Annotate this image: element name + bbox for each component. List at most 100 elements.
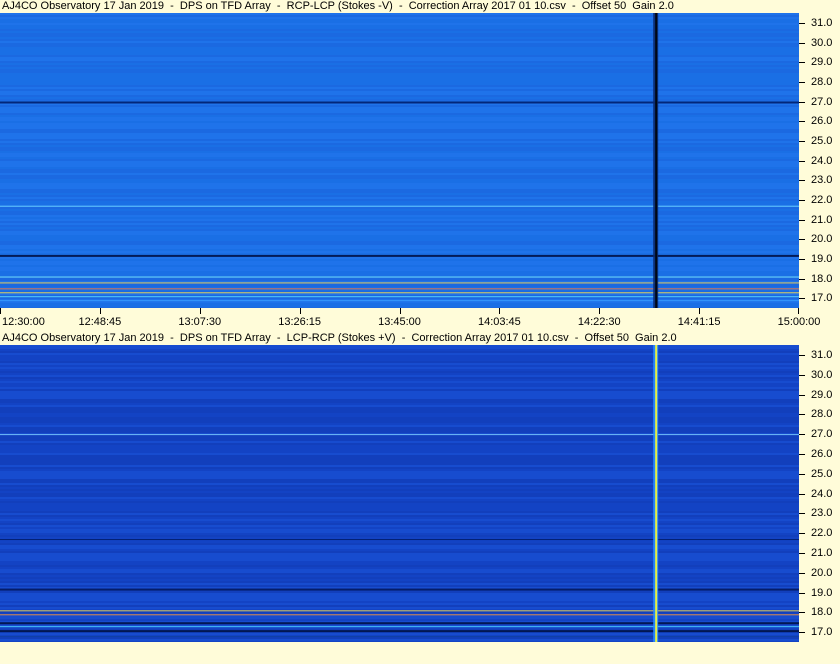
y-tick-label: 19.0 (811, 586, 833, 599)
x-tick-label: 13:26:15 (278, 316, 322, 328)
y-tick-label: 25.0 (811, 467, 833, 480)
y-tick-label: 29.0 (811, 56, 833, 69)
x-tick-mark (0, 308, 1, 314)
x-tick-label: 14:22:30 (577, 316, 621, 328)
x-tick-mark (599, 308, 601, 314)
y-tick-mark (799, 298, 805, 300)
y-tick-label: 28.0 (811, 408, 833, 421)
x-tick-label: 12:30:00 (2, 316, 45, 328)
panel2-y-axis: 31.0 30.0 29.0 28.0 27.0 26.0 25.0 24.0 23.0 22.0… (799, 345, 840, 642)
y-tick-label: 18.0 (811, 272, 833, 285)
y-tick-mark (799, 453, 805, 455)
interference-line (0, 292, 799, 294)
y-tick-mark (799, 42, 805, 44)
x-tick-label: 13:45:00 (378, 316, 421, 328)
y-tick-mark (799, 22, 805, 24)
interference-line (0, 539, 799, 541)
x-tick-mark (299, 308, 301, 314)
y-tick-mark (799, 101, 805, 103)
interference-line (0, 622, 799, 625)
y-tick-label: 19.0 (811, 252, 833, 265)
x-tick-mark (699, 308, 701, 314)
y-tick-mark (799, 513, 805, 515)
interference-line (0, 300, 799, 302)
interference-line (0, 282, 799, 284)
y-tick-mark (799, 533, 805, 535)
x-tick-label: 14:03:45 (477, 316, 521, 328)
y-tick-mark (799, 199, 805, 201)
y-tick-label: 20.0 (811, 566, 833, 579)
y-tick-mark (799, 258, 805, 260)
y-tick-label: 28.0 (811, 75, 833, 88)
y-tick-mark (799, 180, 805, 182)
x-tick-mark (199, 308, 201, 314)
interference-line (0, 205, 799, 207)
burst-line (655, 345, 658, 642)
interference-line (0, 636, 799, 638)
x-tick-mark (798, 308, 799, 314)
x-tick-mark (399, 308, 401, 314)
y-tick-label: 26.0 (811, 447, 833, 460)
y-tick-label: 30.0 (811, 36, 833, 49)
interference-line (0, 610, 799, 612)
y-tick-label: 20.0 (811, 233, 833, 246)
x-tick-mark (499, 308, 501, 314)
y-tick-mark (799, 62, 805, 64)
x-tick-label: 14:41:15 (677, 316, 721, 328)
y-tick-mark (799, 632, 805, 634)
interference-line (0, 588, 799, 591)
y-tick-label: 27.0 (811, 95, 833, 108)
y-tick-label: 17.0 (811, 292, 833, 305)
y-tick-mark (799, 160, 805, 162)
panel1-spectrogram (0, 13, 799, 308)
y-tick-mark (799, 394, 805, 396)
y-tick-mark (799, 354, 805, 356)
y-tick-mark (799, 278, 805, 280)
panel2-spectrogram (0, 345, 799, 642)
x-tick-label: 15:00:00 (777, 316, 821, 328)
interference-line (0, 434, 799, 436)
time-axis: 12:30:00 12:48:45 13:07:30 13:26:15 13:45:00… (0, 308, 840, 331)
panel2-title: AJ4CO Observatory 17 Jan 2019 - DPS on T… (2, 332, 677, 344)
y-tick-mark (799, 81, 805, 83)
burst-line (655, 13, 658, 308)
interference-line (0, 276, 799, 278)
y-tick-mark (799, 434, 805, 436)
interference-line (0, 630, 799, 633)
y-tick-label: 30.0 (811, 368, 833, 381)
y-tick-mark (799, 414, 805, 416)
y-tick-mark (799, 374, 805, 376)
interference-line (0, 626, 799, 628)
interference-line (0, 296, 799, 298)
y-tick-mark (799, 592, 805, 594)
y-tick-label: 23.0 (811, 507, 833, 520)
y-tick-label: 26.0 (811, 115, 833, 128)
y-tick-label: 22.0 (811, 193, 833, 206)
y-tick-mark (799, 572, 805, 574)
interference-line (0, 288, 799, 290)
interference-line (0, 101, 799, 104)
y-tick-label: 29.0 (811, 388, 833, 401)
x-tick-mark (99, 308, 101, 314)
y-tick-label: 25.0 (811, 134, 833, 147)
y-tick-mark (799, 552, 805, 554)
y-tick-mark (799, 140, 805, 142)
y-tick-label: 23.0 (811, 174, 833, 187)
panel1-title: AJ4CO Observatory 17 Jan 2019 - DPS on T… (2, 0, 674, 12)
y-tick-mark (799, 473, 805, 475)
y-tick-mark (799, 219, 805, 221)
y-tick-mark (799, 612, 805, 614)
y-tick-label: 31.0 (811, 348, 833, 361)
y-tick-label: 17.0 (811, 626, 833, 639)
y-tick-label: 31.0 (811, 16, 833, 29)
y-tick-label: 21.0 (811, 546, 833, 559)
panel1-y-axis: 31.0 30.0 29.0 28.0 27.0 26.0 25.0 24.0 23.0 22.0… (799, 13, 840, 308)
x-tick-label: 13:07:30 (178, 316, 222, 328)
y-tick-label: 24.0 (811, 487, 833, 500)
y-tick-mark (799, 239, 805, 241)
y-tick-label: 22.0 (811, 527, 833, 540)
interference-line (0, 614, 799, 616)
interference-line (0, 254, 799, 257)
y-tick-label: 27.0 (811, 428, 833, 441)
noise-texture (0, 13, 799, 308)
